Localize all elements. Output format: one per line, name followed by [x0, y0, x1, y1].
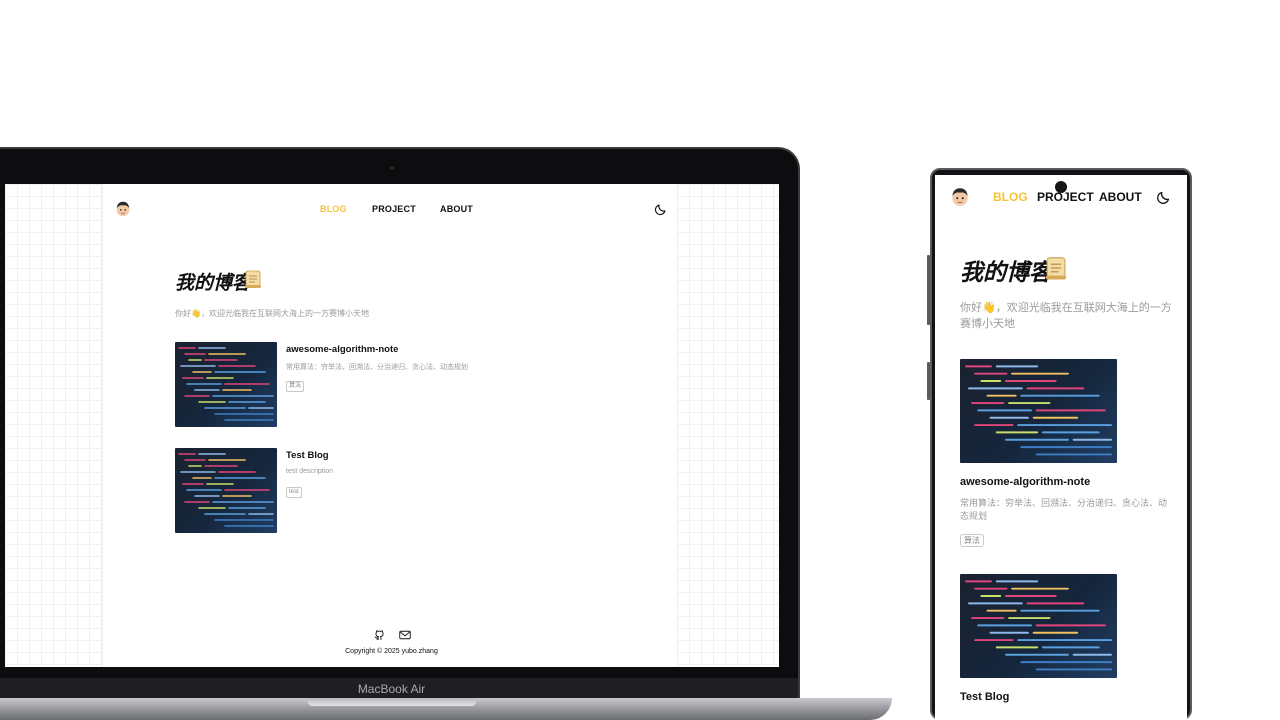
- post-thumbnail[interactable]: [960, 574, 1117, 678]
- nav-about[interactable]: ABOUT: [1099, 190, 1142, 204]
- moon-icon[interactable]: [654, 202, 668, 216]
- nav-about[interactable]: ABOUT: [440, 204, 473, 214]
- phone-side-button: [927, 362, 930, 400]
- post-thumbnail[interactable]: [175, 342, 277, 427]
- avatar[interactable]: [114, 200, 132, 218]
- page-title: 我的博客: [960, 259, 1052, 285]
- nav-project[interactable]: PROJECT: [1037, 190, 1094, 204]
- code-image: [178, 453, 274, 527]
- page-intro: 你好👋，欢迎光临我在互联网大海上的一方赛博小天地: [960, 302, 1172, 330]
- post-title[interactable]: Test Blog: [960, 691, 1009, 703]
- post-title[interactable]: Test Blog: [286, 450, 329, 461]
- post-title[interactable]: awesome-algorithm-note: [286, 344, 398, 355]
- post-description: 常用算法：穷举法、回溯法、分治递归、贪心法、动态规划: [960, 498, 1168, 521]
- nav-blog[interactable]: BLOG: [993, 190, 1028, 204]
- macbook-label: MacBook Air: [357, 682, 426, 696]
- post-tag[interactable]: test: [286, 487, 302, 498]
- macbook-camera: [390, 166, 394, 170]
- phone-camera: [1055, 181, 1067, 193]
- post-thumbnail[interactable]: [960, 359, 1117, 463]
- code-image: [178, 347, 274, 421]
- phone-side-button: [927, 255, 930, 325]
- github-icon[interactable]: [373, 629, 385, 641]
- code-image: [964, 365, 1113, 456]
- nav-project[interactable]: PROJECT: [372, 204, 416, 214]
- post-title[interactable]: awesome-algorithm-note: [960, 476, 1090, 488]
- post-thumbnail[interactable]: [175, 448, 277, 533]
- post-description: test description: [286, 468, 334, 475]
- page-intro: 你好👋，欢迎光临我在互联网大海上的一方赛博小天地: [175, 309, 369, 318]
- post-tag[interactable]: 算法: [960, 534, 984, 547]
- scroll-icon: [245, 270, 261, 288]
- macbook-screen: [5, 184, 779, 667]
- code-image: [964, 580, 1113, 671]
- footer-copyright: Copyright © 2025 yubo.zhang: [345, 648, 438, 655]
- post-description: 常用算法：穷举法、回溯法、分治递归、贪心法、动态规划: [286, 364, 468, 371]
- page-title: 我的博客: [175, 273, 252, 294]
- mail-icon[interactable]: [399, 630, 411, 640]
- macbook-notch: [307, 698, 477, 706]
- post-tag[interactable]: 算法: [286, 381, 305, 392]
- nav-blog[interactable]: BLOG: [320, 204, 347, 214]
- device-mockup-stage: BLOG PROJECT ABOUT 我的博客 你好👋，欢迎光临我在互联网大海上…: [0, 0, 1280, 720]
- moon-icon[interactable]: [1156, 189, 1172, 205]
- scroll-icon: [1045, 257, 1067, 280]
- avatar[interactable]: [949, 186, 971, 208]
